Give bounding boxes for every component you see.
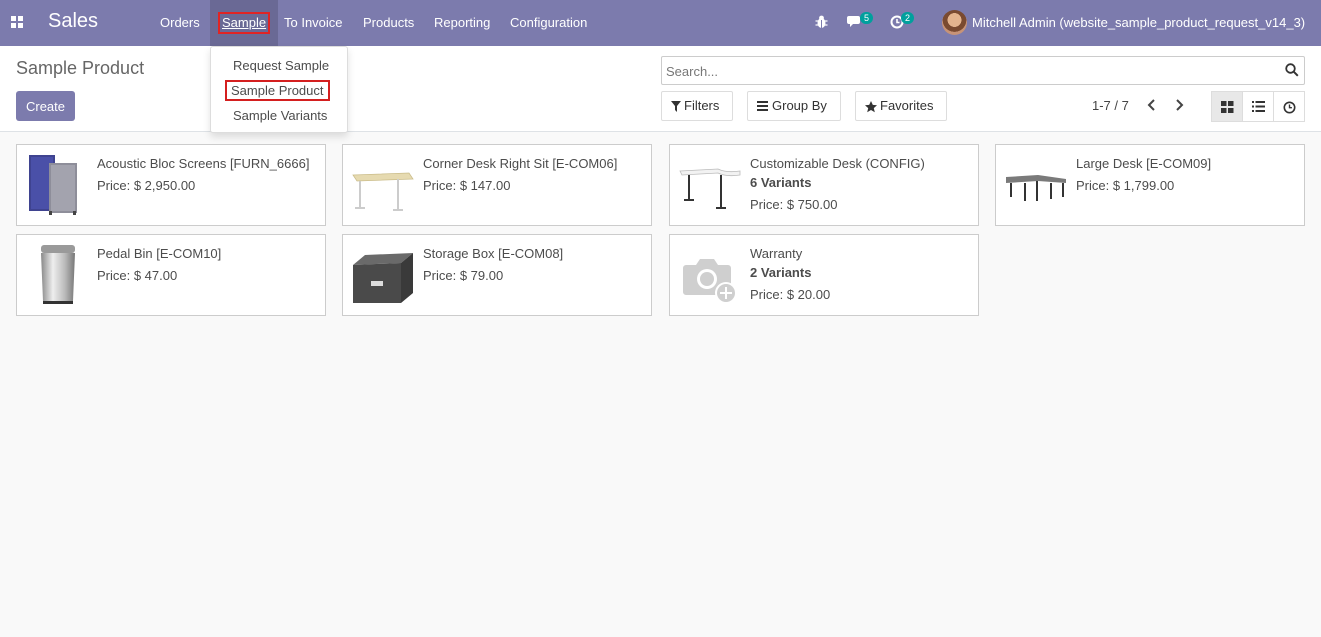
list-icon <box>1252 101 1265 112</box>
list-bars-icon <box>757 101 768 111</box>
chevron-left-icon[interactable] <box>1147 99 1156 111</box>
top-navbar: Sales Orders Sample To Invoice Products … <box>0 0 1321 46</box>
menu-products[interactable]: Products <box>353 0 424 46</box>
group-by-label: Group By <box>772 98 827 113</box>
kanban-icon <box>1221 101 1234 113</box>
apps-menu-button[interactable] <box>4 8 30 36</box>
user-name: Mitchell Admin (website_sample_product_r… <box>972 15 1306 30</box>
product-name: Customizable Desk (CONFIG) <box>750 156 925 171</box>
favorites-button[interactable]: Favorites <box>855 91 947 121</box>
product-variants: 2 Variants <box>750 265 812 280</box>
product-card[interactable]: Warranty 2 Variants Price: $ 20.00 <box>669 234 979 316</box>
chevron-right-icon[interactable] <box>1175 99 1184 111</box>
product-price: Price: $ 47.00 <box>97 268 178 283</box>
product-price: Price: $ 1,799.00 <box>1076 178 1175 193</box>
product-card[interactable]: Corner Desk Right Sit [E-COM06] Price: $… <box>342 144 652 226</box>
product-card[interactable]: Customizable Desk (CONFIG) 6 Variants Pr… <box>669 144 979 226</box>
menu-orders-label: Orders <box>160 15 200 30</box>
menu-sample-label: Sample <box>217 12 271 34</box>
create-button[interactable]: Create <box>16 91 75 121</box>
camera-placeholder-icon <box>683 259 737 304</box>
bug-icon[interactable] <box>815 15 828 29</box>
menu-to-invoice[interactable]: To Invoice <box>274 0 353 46</box>
menu-products-label: Products <box>363 15 415 30</box>
pedal-bin-image <box>41 245 75 304</box>
list-view-button[interactable] <box>1242 91 1274 122</box>
dropdown-item-request-sample[interactable]: Request Sample <box>231 57 331 74</box>
clock-icon <box>1283 101 1296 114</box>
menu-reporting-label: Reporting <box>434 15 491 30</box>
view-switcher <box>1211 91 1305 122</box>
star-icon <box>865 101 877 113</box>
pager-value[interactable]: 1-7 / 7 <box>1092 98 1129 113</box>
group-by-button[interactable]: Group By <box>747 91 841 121</box>
product-price: Price: $ 79.00 <box>423 268 504 283</box>
filters-button[interactable]: Filters <box>661 91 733 121</box>
kanban-view-button[interactable] <box>1211 91 1243 122</box>
storage-box-image <box>353 253 413 303</box>
page-title: Sample Product <box>16 58 145 78</box>
menu-configuration-label: Configuration <box>510 15 588 30</box>
dropdown-item-sample-product[interactable]: Sample Product <box>225 80 330 101</box>
dropdown-item-sample-variants[interactable]: Sample Variants <box>231 107 329 124</box>
product-price: Price: $ 20.00 <box>750 287 831 302</box>
control-panel: Sample Product Create Filters Group By F… <box>0 46 1321 132</box>
product-name: Acoustic Bloc Screens [FURN_6666] <box>97 156 310 171</box>
large-desk-image <box>1006 175 1066 201</box>
menu-reporting[interactable]: Reporting <box>424 0 500 46</box>
search-box <box>661 56 1305 85</box>
activity-view-button[interactable] <box>1273 91 1305 122</box>
apps-grid-icon <box>11 16 23 28</box>
product-card[interactable]: Acoustic Bloc Screens [FURN_6666] Price:… <box>16 144 326 226</box>
messages-badge: 5 <box>860 12 873 24</box>
acoustic-screens-image <box>29 155 77 215</box>
product-price: Price: $ 750.00 <box>750 197 838 212</box>
app-brand[interactable]: Sales <box>48 10 98 33</box>
avatar <box>942 10 967 35</box>
product-variants: 6 Variants <box>750 175 812 190</box>
product-card[interactable]: Large Desk [E-COM09] Price: $ 1,799.00 <box>995 144 1305 226</box>
product-price: Price: $ 147.00 <box>423 178 511 193</box>
sample-dropdown-menu: Request Sample Sample Product Sample Var… <box>210 46 348 133</box>
filter-icon <box>671 101 681 112</box>
product-card[interactable]: Pedal Bin [E-COM10] Price: $ 47.00 <box>16 234 326 316</box>
favorites-label: Favorites <box>880 98 934 113</box>
corner-desk-image <box>352 172 414 211</box>
search-input[interactable] <box>666 61 1266 81</box>
product-price: Price: $ 2,950.00 <box>97 178 196 193</box>
menu-configuration[interactable]: Configuration <box>500 0 597 46</box>
product-name: Pedal Bin [E-COM10] <box>97 246 222 261</box>
filters-label: Filters <box>684 98 720 113</box>
product-name: Warranty <box>750 246 803 261</box>
product-name: Large Desk [E-COM09] <box>1076 156 1212 171</box>
menu-to-invoice-label: To Invoice <box>284 15 343 30</box>
product-name: Corner Desk Right Sit [E-COM06] <box>423 156 618 171</box>
menu-orders[interactable]: Orders <box>150 0 210 46</box>
search-icon[interactable] <box>1285 63 1299 77</box>
activities-badge: 2 <box>901 12 914 24</box>
customizable-desk-image <box>679 168 741 209</box>
menu-sample[interactable]: Sample <box>210 0 279 46</box>
product-name: Storage Box [E-COM08] <box>423 246 564 261</box>
product-card[interactable]: Storage Box [E-COM08] Price: $ 79.00 <box>342 234 652 316</box>
